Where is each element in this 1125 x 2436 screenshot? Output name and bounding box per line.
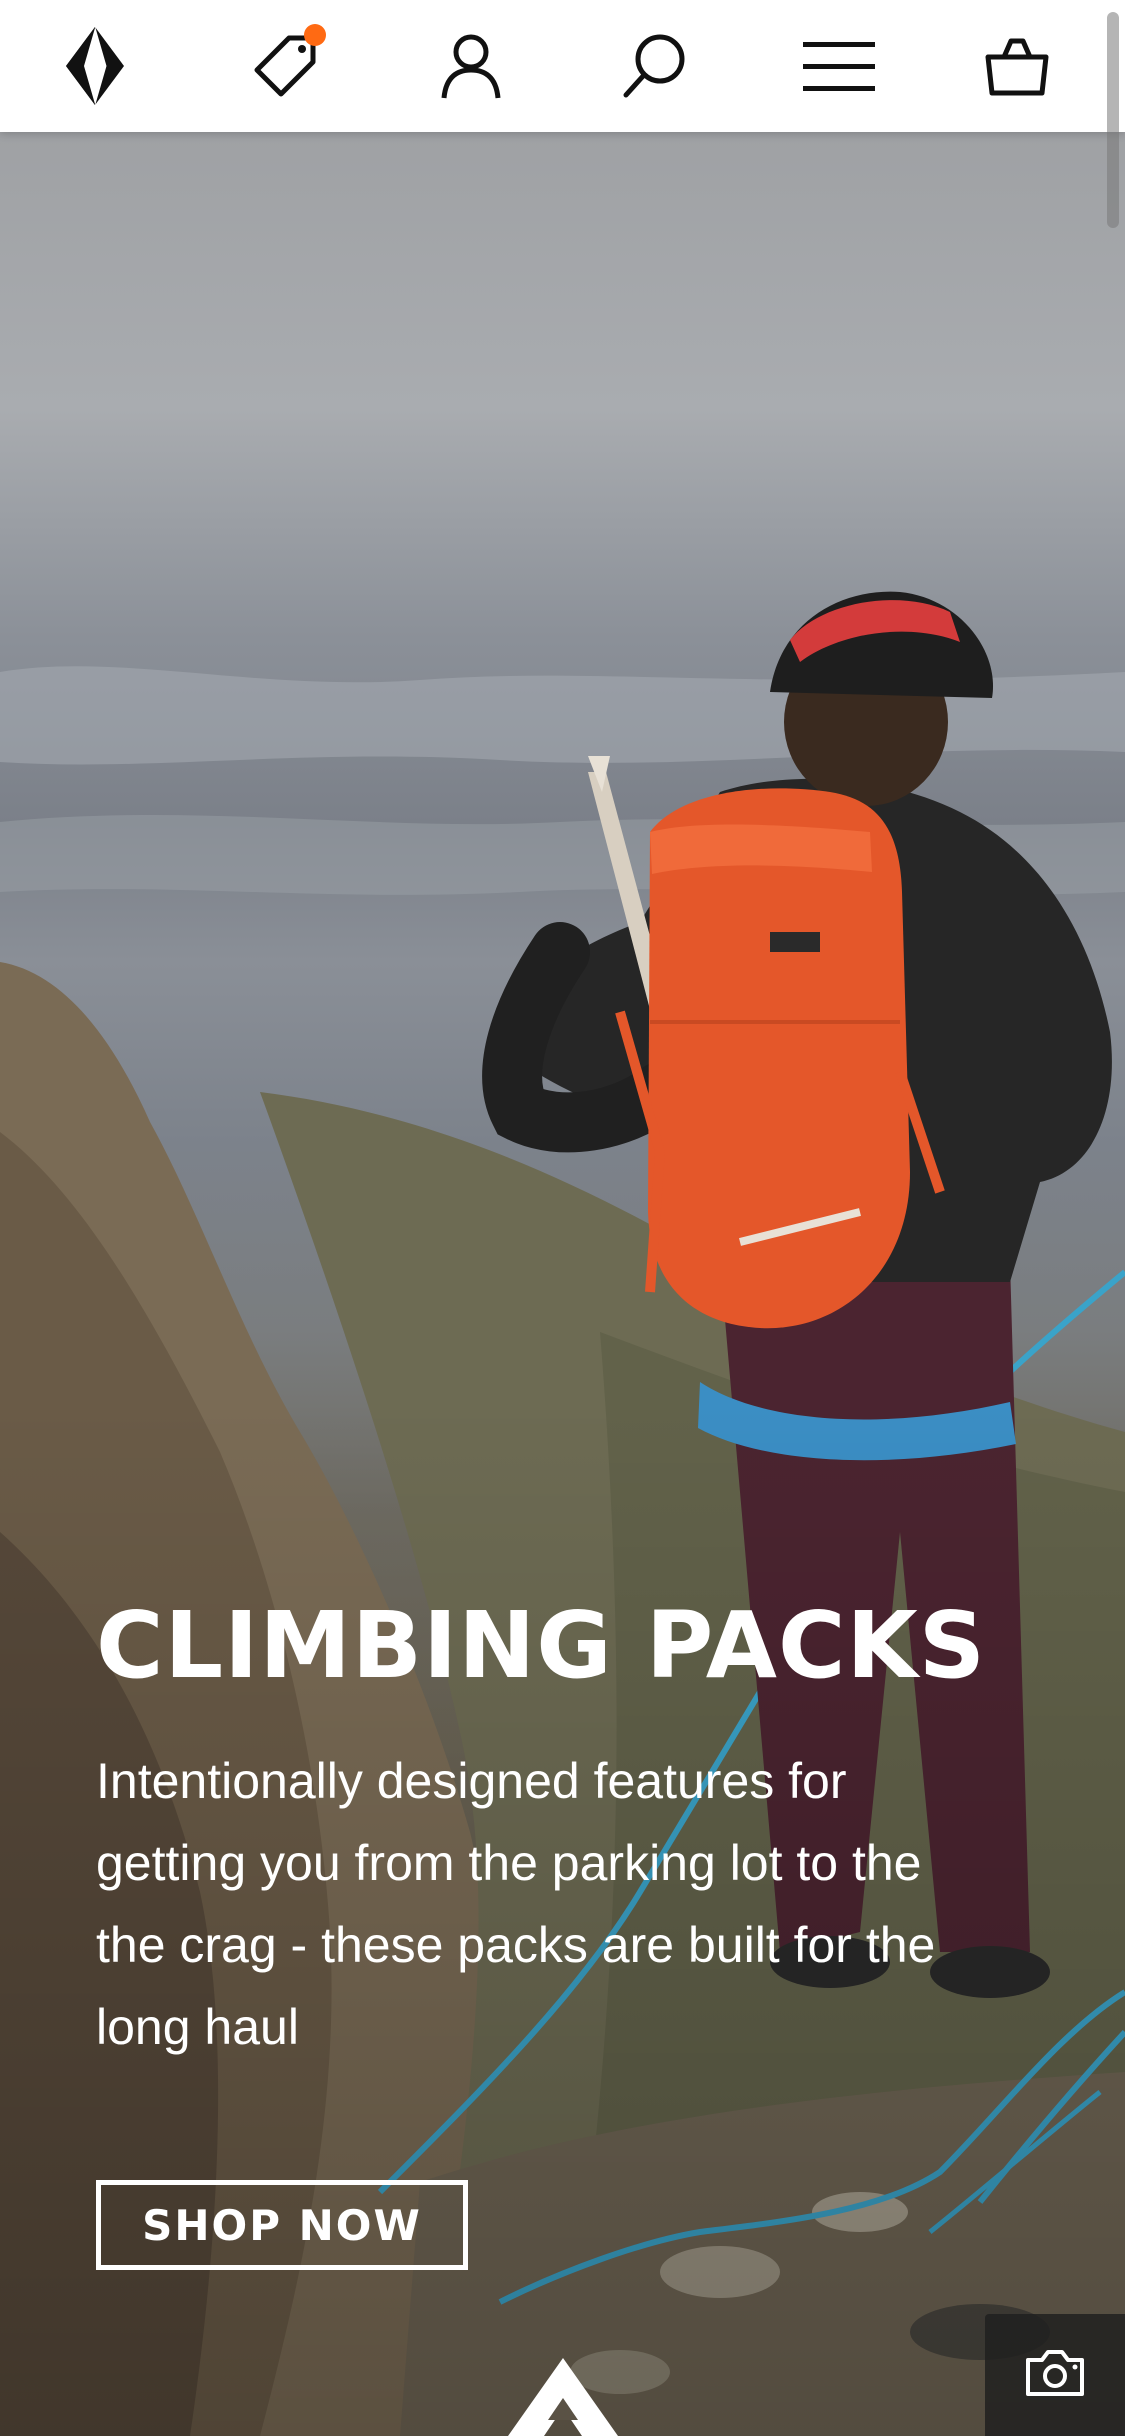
site-header bbox=[0, 0, 1125, 132]
shopping-bag-icon bbox=[984, 35, 1050, 97]
menu-button[interactable] bbox=[784, 0, 894, 132]
brand-mark-icon bbox=[508, 2358, 618, 2436]
account-button[interactable] bbox=[416, 0, 526, 132]
shop-now-button[interactable]: SHOP NOW bbox=[96, 2180, 468, 2270]
hero-banner: CLIMBING PACKS Intentionally designed fe… bbox=[0, 132, 1125, 2436]
camera-button[interactable] bbox=[985, 2314, 1125, 2436]
search-icon bbox=[620, 31, 690, 101]
menu-icon bbox=[801, 36, 877, 96]
hero-title: CLIMBING PACKS bbox=[96, 1592, 987, 1699]
hero-overlay bbox=[0, 132, 1125, 2436]
notification-dot bbox=[304, 24, 326, 46]
hero-description: Intentionally designed features for gett… bbox=[96, 1753, 936, 2055]
page: CLIMBING PACKS Intentionally designed fe… bbox=[0, 0, 1125, 2436]
black-diamond-logo-icon bbox=[60, 21, 130, 111]
scrollbar[interactable] bbox=[1107, 12, 1119, 228]
cart-button[interactable] bbox=[962, 0, 1072, 132]
user-icon bbox=[438, 30, 504, 102]
search-button[interactable] bbox=[600, 0, 710, 132]
home-logo-link[interactable] bbox=[40, 0, 150, 132]
deals-button[interactable] bbox=[232, 0, 342, 132]
camera-icon bbox=[1024, 2348, 1086, 2403]
